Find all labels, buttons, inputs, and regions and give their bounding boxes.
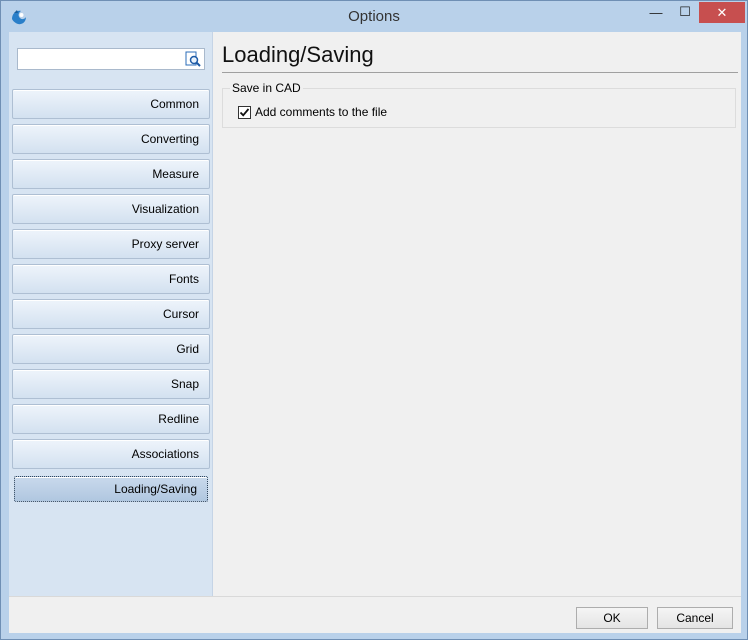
ok-button[interactable]: OK bbox=[576, 607, 648, 629]
search-icon[interactable] bbox=[185, 51, 201, 67]
save-in-cad-group: Save in CAD Add comments to the file bbox=[222, 81, 736, 128]
cancel-button[interactable]: Cancel bbox=[657, 607, 733, 629]
dialog-client-area: Common Converting Measure Visualization … bbox=[9, 32, 741, 596]
sidebar-item-redline[interactable]: Redline bbox=[12, 404, 210, 434]
checkmark-icon bbox=[239, 107, 250, 117]
search-box[interactable] bbox=[17, 48, 205, 70]
sidebar-item-grid[interactable]: Grid bbox=[12, 334, 210, 364]
maximize-icon[interactable]: ☐ bbox=[671, 1, 699, 23]
title-divider bbox=[222, 72, 738, 73]
add-comments-label[interactable]: Add comments to the file bbox=[255, 105, 387, 119]
search-input[interactable] bbox=[20, 50, 184, 68]
sidebar-item-associations[interactable]: Associations bbox=[12, 439, 210, 469]
close-icon[interactable]: ✕ bbox=[699, 2, 745, 23]
add-comments-checkbox-row[interactable]: Add comments to the file bbox=[238, 105, 387, 119]
sidebar: Common Converting Measure Visualization … bbox=[9, 32, 213, 596]
sidebar-item-fonts[interactable]: Fonts bbox=[12, 264, 210, 294]
sidebar-item-measure[interactable]: Measure bbox=[12, 159, 210, 189]
page-title: Loading/Saving bbox=[222, 42, 374, 67]
settings-panel: Loading/Saving Save in CAD Add comments … bbox=[214, 32, 741, 596]
options-window: Options — ☐ ✕ Common Converting Measure … bbox=[0, 0, 748, 640]
group-legend: Save in CAD bbox=[230, 81, 303, 95]
sidebar-item-proxy-server[interactable]: Proxy server bbox=[12, 229, 210, 259]
sidebar-item-snap[interactable]: Snap bbox=[12, 369, 210, 399]
dialog-footer: OK Cancel bbox=[9, 596, 741, 633]
sidebar-item-common[interactable]: Common bbox=[12, 89, 210, 119]
sidebar-item-converting[interactable]: Converting bbox=[12, 124, 210, 154]
window-title: Options bbox=[348, 8, 400, 25]
sidebar-item-cursor[interactable]: Cursor bbox=[12, 299, 210, 329]
minimize-icon[interactable]: — bbox=[641, 1, 671, 23]
title-bar[interactable]: Options — ☐ ✕ bbox=[1, 1, 747, 32]
sidebar-item-visualization[interactable]: Visualization bbox=[12, 194, 210, 224]
sidebar-item-loading-saving[interactable]: Loading/Saving bbox=[14, 476, 208, 502]
add-comments-checkbox[interactable] bbox=[238, 105, 251, 119]
